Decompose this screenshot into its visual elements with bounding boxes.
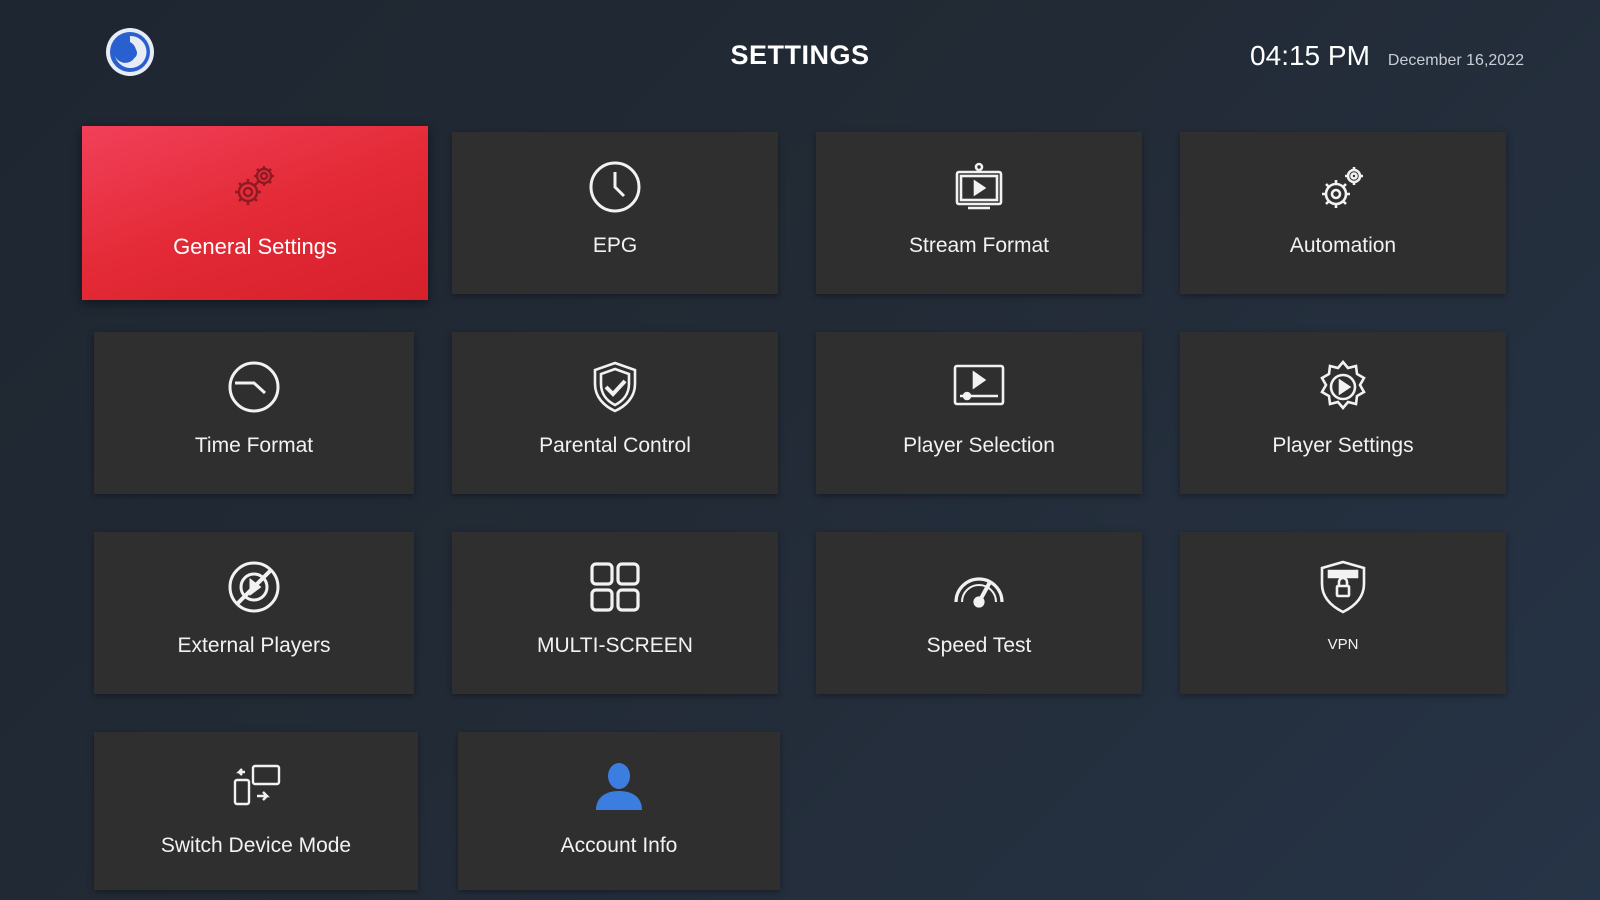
tile-automation[interactable]: Automation	[1180, 132, 1506, 294]
tile-speed-test[interactable]: Speed Test	[816, 532, 1142, 694]
tile-general-settings[interactable]: General Settings	[82, 126, 428, 300]
tile-label: Time Format	[194, 434, 314, 457]
external-players-icon	[225, 558, 283, 616]
clock-time: 04:15 PM	[1250, 40, 1370, 71]
tile-label: EPG	[592, 234, 638, 257]
tile-external-players[interactable]: External Players	[94, 532, 414, 694]
tile-multi-screen[interactable]: MULTI-SCREEN	[452, 532, 778, 694]
tile-time-format[interactable]: Time Format	[94, 332, 414, 494]
tile-label: Speed Test	[926, 634, 1032, 657]
player-selection-icon	[950, 358, 1008, 416]
tile-player-settings[interactable]: Player Settings	[1180, 332, 1506, 494]
tile-label: MULTI-SCREEN	[537, 634, 693, 657]
tile-label: Account Info	[560, 834, 678, 857]
vpn-shield-icon	[1314, 558, 1372, 616]
tile-vpn[interactable]: VPN	[1180, 532, 1506, 694]
user-icon	[590, 758, 648, 816]
speedometer-icon	[950, 558, 1008, 616]
time-format-icon	[225, 358, 283, 416]
tile-label: Automation	[1289, 234, 1397, 257]
tile-label: Parental Control	[539, 434, 691, 457]
tile-label: General Settings	[173, 234, 337, 259]
tile-label: Stream Format	[908, 234, 1050, 257]
tile-label: Player Selection	[903, 434, 1055, 457]
tile-switch-device-mode[interactable]: Switch Device Mode	[94, 732, 418, 890]
shield-check-icon	[586, 358, 644, 416]
tile-label: Player Settings	[1272, 434, 1414, 457]
tile-epg[interactable]: EPG	[452, 132, 778, 294]
stream-format-icon	[950, 158, 1008, 216]
tile-player-selection[interactable]: Player Selection	[816, 332, 1142, 494]
gears-icon	[226, 156, 284, 214]
tile-label: External Players	[177, 634, 331, 657]
multi-screen-grid-icon	[586, 558, 644, 616]
automation-gears-icon	[1314, 158, 1372, 216]
tile-account-info[interactable]: Account Info	[458, 732, 780, 890]
tile-stream-format[interactable]: Stream Format	[816, 132, 1142, 294]
clock-date: December 16,2022	[1387, 52, 1524, 69]
player-settings-icon	[1314, 358, 1372, 416]
clock: 04:15 PM December 16,2022	[1250, 40, 1524, 72]
tile-parental-control[interactable]: Parental Control	[452, 332, 778, 494]
switch-device-icon	[227, 758, 285, 816]
tile-label: VPN	[1327, 636, 1359, 653]
tile-label: Switch Device Mode	[160, 834, 352, 857]
clock-icon	[586, 158, 644, 216]
